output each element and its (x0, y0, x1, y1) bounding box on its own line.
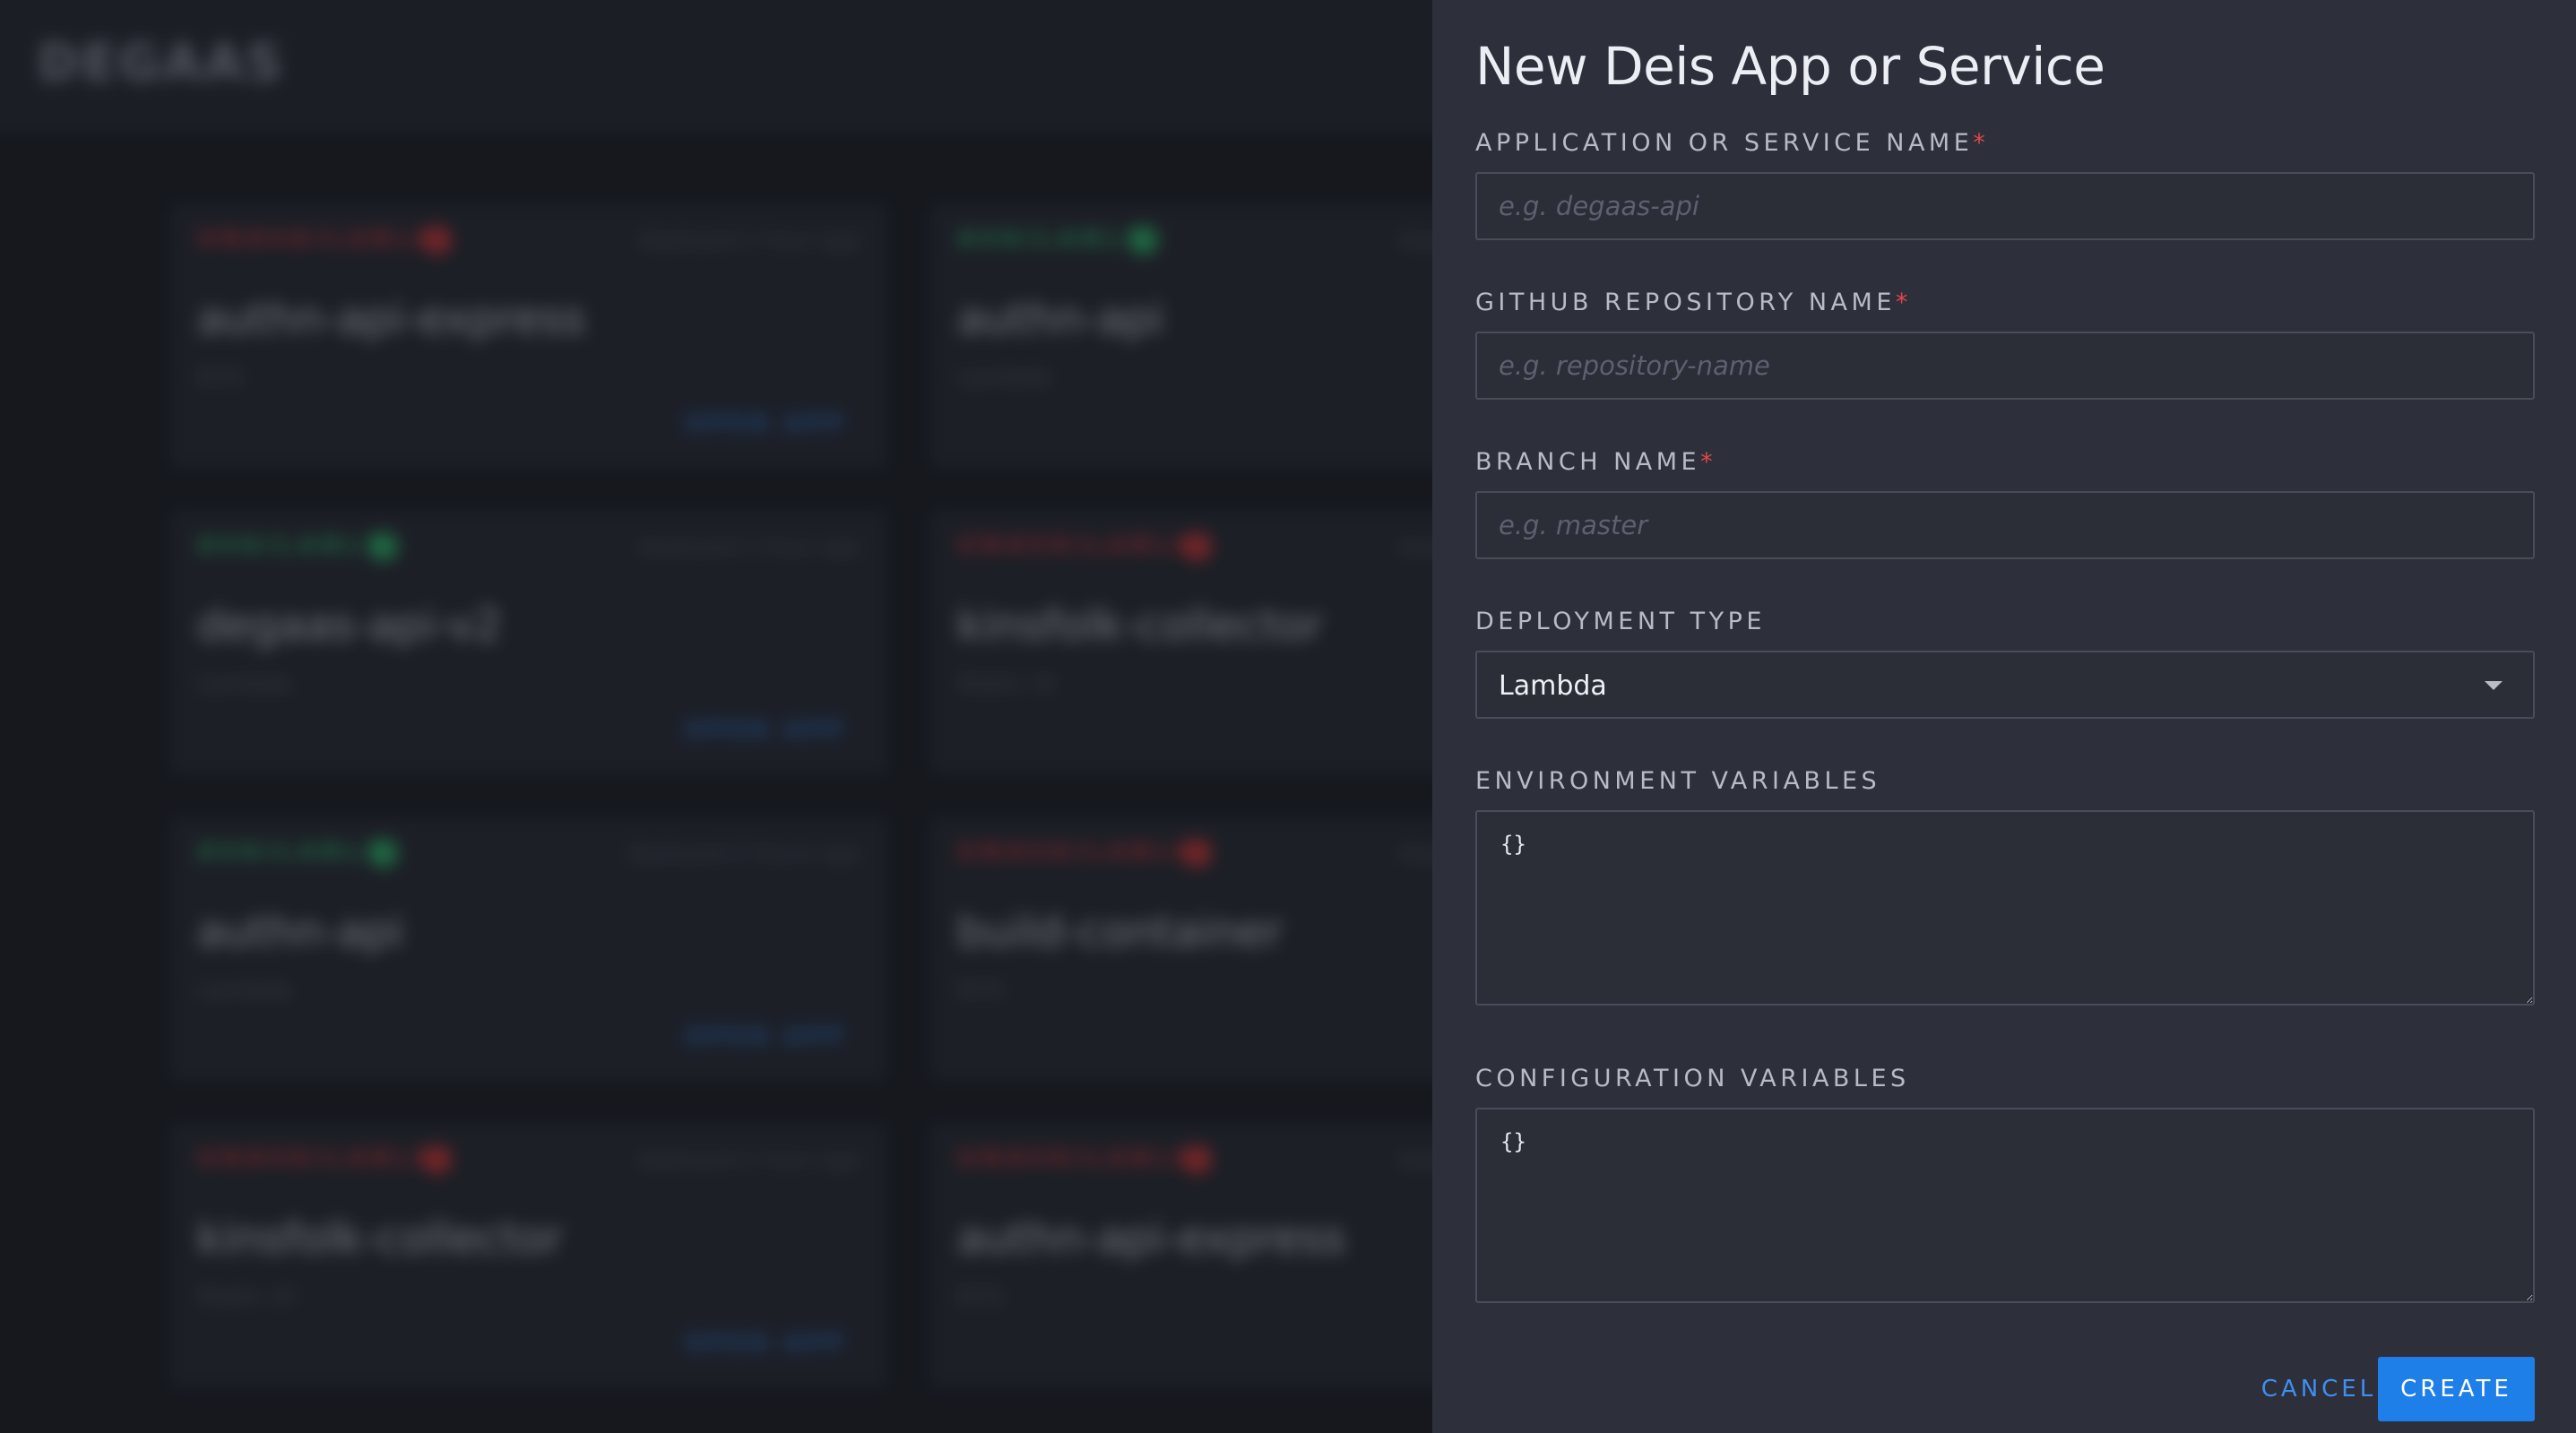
create-button[interactable]: CREATE (2378, 1357, 2535, 1421)
app-name-label: APPLICATION OR SERVICE NAME* (1475, 129, 1989, 157)
env-vars-label: ENVIRONMENT VARIABLES (1475, 767, 1881, 795)
required-mark: * (1973, 129, 1990, 157)
new-app-drawer: New Deis App or Service APPLICATION OR S… (1432, 0, 2576, 1433)
app-name-label-text: APPLICATION OR SERVICE NAME (1475, 129, 1974, 157)
branch-name-input[interactable] (1475, 491, 2535, 559)
caret-down-icon (2485, 681, 2503, 690)
config-vars-label: CONFIGURATION VARIABLES (1475, 1065, 1910, 1092)
repo-name-label: GITHUB REPOSITORY NAME* (1475, 289, 1912, 316)
deployment-type-select[interactable]: Lambda (1475, 651, 2535, 719)
repo-name-label-text: GITHUB REPOSITORY NAME (1475, 289, 1896, 316)
deployment-type-value: Lambda (1499, 670, 1607, 702)
repo-name-input[interactable] (1475, 332, 2535, 400)
branch-name-label-text: BRANCH NAME (1475, 448, 1701, 476)
modal-backdrop[interactable] (0, 0, 1432, 1433)
env-vars-textarea[interactable]: {} (1475, 810, 2535, 1006)
required-mark: * (1700, 448, 1717, 476)
drawer-title: New Deis App or Service (1475, 36, 2105, 97)
config-vars-textarea[interactable]: {} (1475, 1108, 2535, 1303)
deployment-type-label: DEPLOYMENT TYPE (1475, 608, 1766, 635)
app-name-input[interactable] (1475, 172, 2535, 240)
branch-name-label: BRANCH NAME* (1475, 448, 1716, 476)
required-mark: * (1895, 289, 1912, 316)
